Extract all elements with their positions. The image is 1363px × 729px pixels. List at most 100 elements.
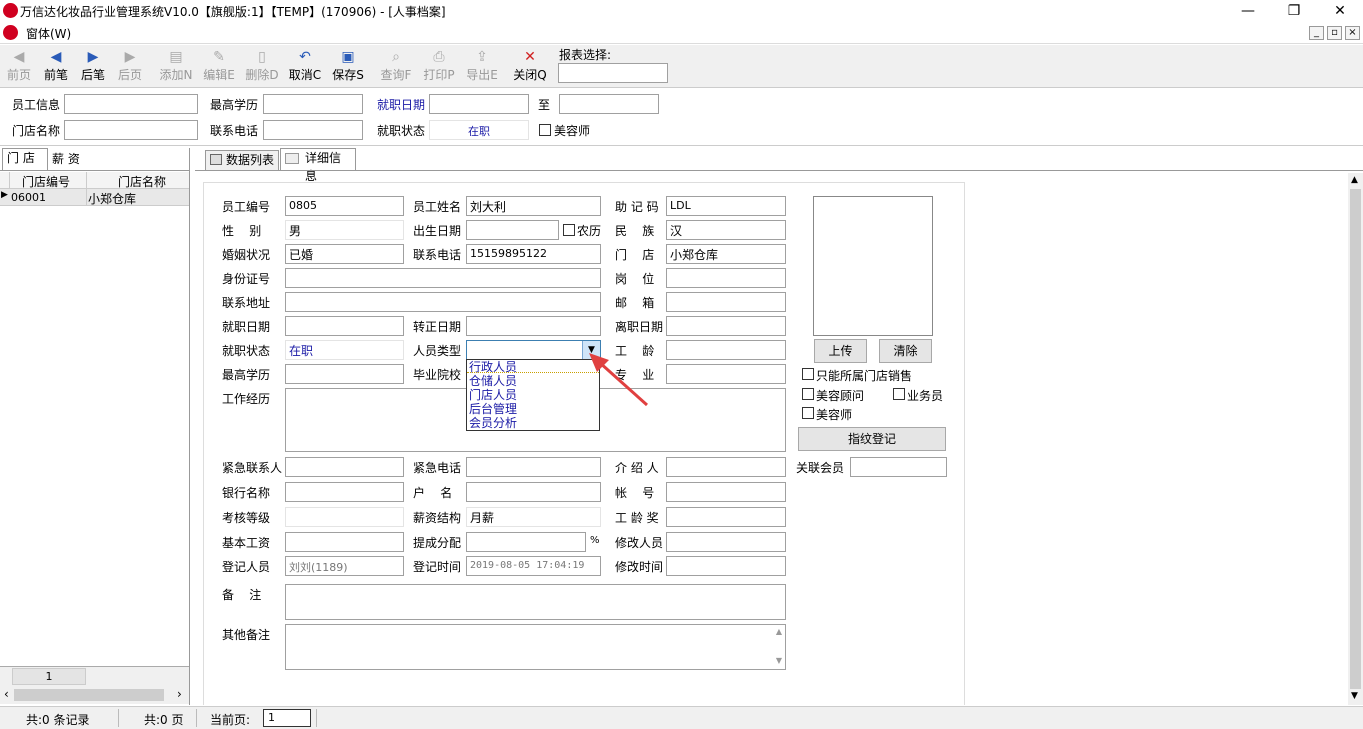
email-input[interactable] — [666, 292, 786, 312]
salary-struct-select[interactable]: 月薪 — [466, 507, 601, 527]
mdi-close-button[interactable]: × — [1345, 26, 1360, 40]
dropdown-option-backend[interactable]: 后台管理 — [469, 402, 517, 416]
textarea-scroll-down-icon[interactable]: ▼ — [776, 656, 782, 665]
birth-input[interactable] — [466, 220, 559, 240]
lunar-label: 农历 — [577, 224, 602, 238]
tab-details[interactable]: 详细信息 — [280, 148, 356, 183]
edu-input[interactable] — [285, 364, 404, 384]
referrer-label: 介 绍 人 — [615, 461, 659, 475]
scroll-right-icon[interactable]: › — [177, 687, 182, 701]
reg-time-input[interactable]: 2019-08-05 17:04:19 — [466, 556, 601, 576]
employee-info-input[interactable] — [64, 94, 198, 114]
address-input[interactable] — [285, 292, 601, 312]
emerg-phone-input[interactable] — [466, 457, 601, 477]
hire-date-from-input[interactable] — [429, 94, 529, 114]
next-record-button[interactable]: ▶ 后笔 — [75, 47, 111, 87]
close-button[interactable]: ✕ 关闭Q — [510, 47, 550, 87]
seniority-bonus-input[interactable] — [666, 507, 786, 527]
print-button[interactable]: ⎙ 打印P — [419, 47, 459, 87]
store-name-input[interactable] — [64, 120, 198, 140]
dropdown-option-member-analysis[interactable]: 会员分析 — [469, 416, 517, 430]
linked-member-input[interactable] — [850, 457, 947, 477]
referrer-input[interactable] — [666, 457, 786, 477]
report-select-input[interactable] — [558, 63, 668, 83]
fingerprint-button[interactable]: 指纹登记 — [798, 427, 946, 451]
phone-input[interactable] — [263, 120, 363, 140]
bank-input[interactable] — [285, 482, 404, 502]
acct-no-input[interactable] — [666, 482, 786, 502]
vscroll-thumb[interactable] — [1350, 189, 1361, 689]
only-own-store-checkbox[interactable] — [802, 368, 814, 380]
modifier-input[interactable] — [666, 532, 786, 552]
cancel-button[interactable]: ↶ 取消C — [285, 47, 325, 87]
scroll-up-icon[interactable]: ▲ — [1351, 175, 1358, 185]
tab-store[interactable]: 门 店 — [2, 148, 48, 170]
pager-number[interactable]: 1 — [12, 668, 86, 685]
gender-select[interactable]: 男 — [285, 220, 404, 240]
add-button[interactable]: ▤ 添加N — [156, 47, 196, 87]
save-button[interactable]: ▣ 保存S — [328, 47, 368, 87]
mdi-restore-button[interactable]: ▫ — [1327, 26, 1342, 40]
status-select[interactable]: 在职 — [429, 120, 529, 140]
edit-button[interactable]: ✎ 编辑E — [199, 47, 239, 87]
acct-name-input[interactable] — [466, 482, 601, 502]
scroll-down-icon[interactable]: ▼ — [1351, 691, 1358, 701]
query-button[interactable]: ⌕ 查询F — [376, 47, 416, 87]
scroll-thumb[interactable] — [14, 689, 164, 701]
hire-input[interactable] — [285, 316, 404, 336]
clear-button[interactable]: 清除 — [879, 339, 932, 363]
dropdown-option-warehouse[interactable]: 仓储人员 — [469, 374, 517, 388]
base-salary-input[interactable] — [285, 532, 404, 552]
emp-no-input[interactable]: 0805 — [285, 196, 404, 216]
commission-input[interactable] — [466, 532, 586, 552]
tab-salary[interactable]: 薪 资 — [48, 150, 94, 170]
hire-date-to-input[interactable] — [559, 94, 659, 114]
textarea-scroll-up-icon[interactable]: ▲ — [776, 627, 782, 636]
grade-select[interactable] — [285, 507, 404, 527]
emp-name-input[interactable]: 刘大利 — [466, 196, 601, 216]
form-status-select[interactable]: 在职 — [285, 340, 404, 360]
beautician-checkbox[interactable] — [539, 124, 551, 136]
current-page-input[interactable]: 1 — [263, 709, 311, 727]
restore-button[interactable]: ❐ — [1271, 0, 1317, 22]
emerg-contact-input[interactable] — [285, 457, 404, 477]
ethnic-input[interactable]: 汉 — [666, 220, 786, 240]
upload-button[interactable]: 上传 — [814, 339, 867, 363]
scroll-left-icon[interactable]: ‹ — [4, 687, 9, 701]
leave-input[interactable] — [666, 316, 786, 336]
seniority-input[interactable] — [666, 340, 786, 360]
export-button[interactable]: ⇪ 导出E — [462, 47, 502, 87]
prev-page-button[interactable]: ◀ 前页 — [1, 47, 37, 87]
horizontal-scrollbar[interactable]: ‹ › — [0, 686, 189, 704]
grade-label: 考核等级 — [222, 511, 271, 525]
marital-input[interactable]: 已婚 — [285, 244, 404, 264]
other-remark-textarea[interactable]: ▲ ▼ — [285, 624, 786, 670]
education-input[interactable] — [263, 94, 363, 114]
registrar-input[interactable]: 刘刘(1189) — [285, 556, 404, 576]
mod-time-input[interactable] — [666, 556, 786, 576]
delete-button[interactable]: ▯ 删除D — [242, 47, 282, 87]
form-phone-input[interactable]: 15159895122 — [466, 244, 601, 264]
lunar-checkbox[interactable] — [563, 224, 575, 236]
regular-input[interactable] — [466, 316, 601, 336]
dropdown-option-store[interactable]: 门店人员 — [469, 388, 517, 402]
store-input[interactable]: 小郑仓库 — [666, 244, 786, 264]
tab-data-list[interactable]: 数据列表 — [205, 150, 279, 170]
table-row[interactable]: ▶ 06001 小郑仓库 — [0, 189, 189, 206]
menu-window[interactable]: 窗体(W) — [26, 25, 71, 42]
mnemonic-input[interactable]: LDL — [666, 196, 786, 216]
salesman-checkbox[interactable] — [893, 388, 905, 400]
beauty-consultant-checkbox[interactable] — [802, 388, 814, 400]
mdi-minimize-button[interactable]: _ — [1309, 26, 1324, 40]
id-input[interactable] — [285, 268, 601, 288]
next-page-button[interactable]: ▶ 后页 — [112, 47, 148, 87]
minimize-button[interactable]: — — [1225, 0, 1271, 22]
type-select[interactable] — [466, 340, 601, 360]
major-input[interactable] — [666, 364, 786, 384]
post-input[interactable] — [666, 268, 786, 288]
vertical-scrollbar[interactable]: ▲ ▼ — [1348, 173, 1363, 705]
close-window-button[interactable]: ✕ — [1317, 0, 1363, 22]
form-beautician-checkbox[interactable] — [802, 407, 814, 419]
prev-record-button[interactable]: ◀ 前笔 — [38, 47, 74, 87]
remark-textarea[interactable] — [285, 584, 786, 620]
